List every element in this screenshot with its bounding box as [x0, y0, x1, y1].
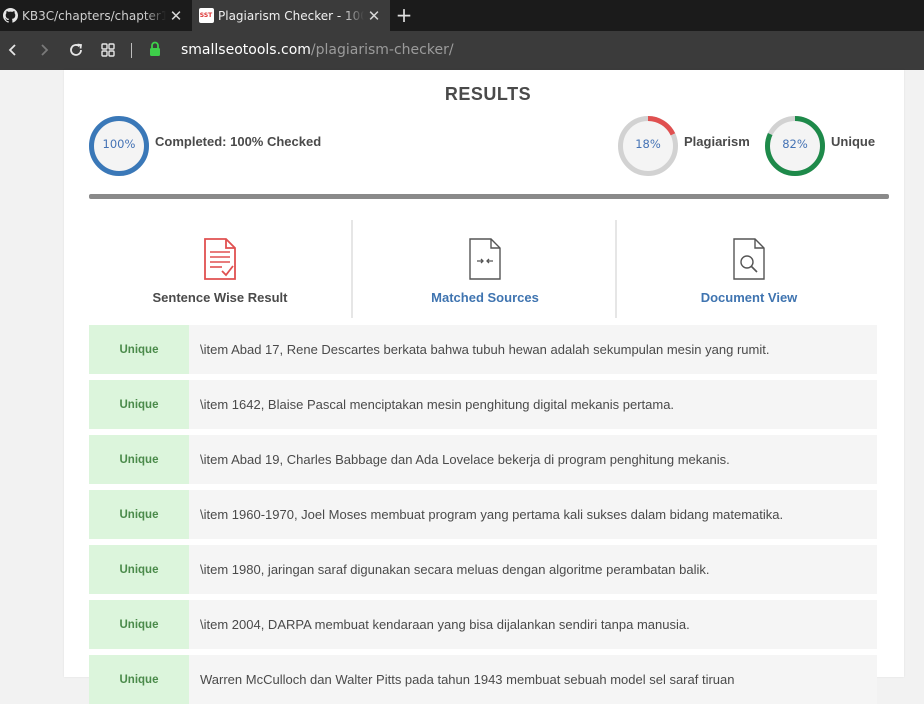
tab-strip: KB3C/chapters/chapter1 at ✕ SST Plagiari… [0, 0, 924, 31]
list-item: Unique \item 1980, jaringan saraf diguna… [89, 545, 877, 594]
plagiarism-ring: 18% [617, 115, 679, 177]
status-badge: Unique [89, 325, 189, 374]
list-item: Unique \item 1960-1970, Joel Moses membu… [89, 490, 877, 539]
address-bar: smallseotools.com/plagiarism-checker/ [0, 31, 924, 70]
close-tab-icon[interactable]: ✕ [364, 7, 384, 25]
status-badge: Unique [89, 655, 189, 704]
forward-arrow-icon [41, 44, 49, 56]
favicon-text: SST [198, 8, 214, 23]
sentence-text: \item Abad 19, Charles Babbage dan Ada L… [200, 452, 730, 467]
url-path: /plagiarism-checker/ [310, 42, 454, 58]
list-item: Unique Warren McCulloch dan Walter Pitts… [89, 655, 877, 704]
matched-sources-tab[interactable]: Matched Sources [353, 220, 617, 318]
url-field[interactable]: smallseotools.com/plagiarism-checker/ [181, 42, 454, 58]
unique-ring: 82% [764, 115, 826, 177]
sentence-text: \item 2004, DARPA membuat kendaraan yang… [200, 617, 690, 632]
progress-bar [89, 194, 889, 199]
status-badge: Unique [89, 490, 189, 539]
back-button[interactable] [2, 39, 24, 61]
speed-dial-button[interactable] [97, 39, 119, 61]
matched-sources-label: Matched Sources [431, 290, 539, 305]
unique-ring-value: 82% [782, 137, 808, 151]
back-arrow-icon [8, 44, 16, 56]
toolbar-separator [131, 43, 132, 58]
sst-logo-icon: SST [198, 8, 214, 24]
list-item: Unique \item Abad 17, Rene Descartes ber… [89, 325, 877, 374]
github-icon [2, 8, 18, 24]
sentence-wise-result-label: Sentence Wise Result [152, 290, 288, 305]
forward-button[interactable] [33, 39, 55, 61]
list-item: Unique \item Abad 19, Charles Babbage da… [89, 435, 877, 484]
status-badge: Unique [89, 545, 189, 594]
reload-button[interactable] [65, 39, 87, 61]
document-view-label: Document View [700, 290, 798, 305]
sentence-text: \item 1980, jaringan saraf digunakan sec… [200, 562, 710, 577]
new-tab-button[interactable]: + [394, 4, 414, 26]
page-content: RESULTS 100% Completed: 100% Checked 18%… [0, 70, 924, 704]
unique-label: Unique [831, 134, 876, 149]
list-item: Unique \item 1642, Blaise Pascal mencipt… [89, 380, 877, 429]
document-view-tab[interactable]: Document View [617, 220, 881, 318]
results-title: RESULTS [444, 84, 532, 104]
url-host: smallseotools.com [181, 42, 311, 58]
status-badge: Unique [89, 435, 189, 484]
list-item: Unique \item 2004, DARPA membuat kendara… [89, 600, 877, 649]
document-search-icon [731, 238, 767, 284]
grid-icon [101, 43, 115, 57]
tab-title: KB3C/chapters/chapter1 at [22, 8, 166, 23]
tab-title: Plagiarism Checker - 100% [218, 8, 364, 23]
status-badge: Unique [89, 600, 189, 649]
reload-icon [70, 43, 83, 56]
results-card: RESULTS 100% Completed: 100% Checked 18%… [64, 70, 904, 704]
compare-document-icon [467, 238, 503, 284]
plagiarism-label: Plagiarism [684, 134, 750, 149]
completed-ring: 100% [88, 115, 150, 177]
sentence-text: \item 1960-1970, Joel Moses membuat prog… [200, 507, 784, 522]
status-badge: Unique [89, 380, 189, 429]
sentence-text: \item 1642, Blaise Pascal menciptakan me… [200, 397, 675, 412]
tab-github[interactable]: KB3C/chapters/chapter1 at ✕ [0, 0, 192, 31]
completed-label: Completed: 100% Checked [155, 134, 322, 149]
sentence-text: Warren McCulloch dan Walter Pitts pada t… [200, 672, 735, 687]
completed-ring-value: 100% [102, 137, 136, 151]
close-tab-icon[interactable]: ✕ [166, 7, 186, 25]
document-check-icon [202, 238, 238, 284]
plagiarism-ring-value: 18% [635, 137, 661, 151]
sentence-text: \item Abad 17, Rene Descartes berkata ba… [200, 342, 770, 357]
sentence-wise-result-tab[interactable]: Sentence Wise Result [88, 220, 352, 318]
lock-icon[interactable] [148, 41, 164, 59]
tab-plagiarism-checker[interactable]: SST Plagiarism Checker - 100% ✕ [192, 0, 390, 31]
